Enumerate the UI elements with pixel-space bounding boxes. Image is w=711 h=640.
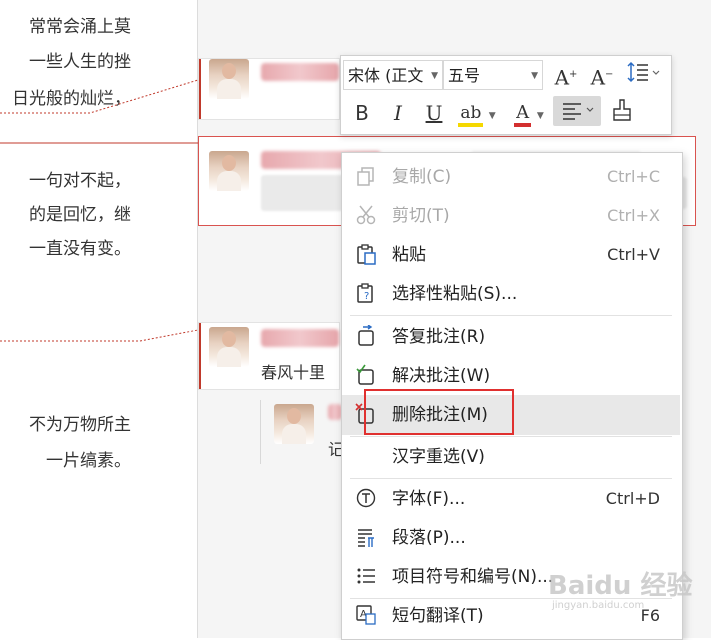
paste-special-icon: ? (354, 282, 378, 306)
menu-item-label: 段落(P)... (392, 528, 466, 548)
copy-icon (354, 165, 378, 189)
font-size-value: 五号 (448, 66, 481, 85)
menu-item-paste[interactable]: 粘贴 Ctrl+V (342, 235, 680, 275)
italic-icon: I (394, 101, 402, 125)
menu-item-shortcut: Ctrl+C (606, 167, 660, 186)
reply-thread-line (260, 400, 261, 464)
underline-icon: U (425, 101, 443, 125)
reply-comment-icon (354, 324, 378, 349)
font-name-value: 宋体 (正文 (348, 66, 424, 85)
menu-item-copy[interactable]: 复制(C) Ctrl+C (342, 157, 680, 197)
scissors-icon (354, 204, 378, 228)
menu-item-paragraph[interactable]: 段落(P)... (342, 518, 680, 558)
paragraph-icon (354, 526, 378, 550)
mini-format-toolbar: 宋体 (正文 ▼ 五号 ▼ A+ A− B I U ab ▼ A ▼ (340, 55, 672, 135)
doc-text-line: 一片缟素。 (46, 451, 131, 471)
format-painter-icon (613, 99, 631, 121)
comment-text: 春风十里 (261, 363, 326, 382)
doc-text-line: 一句对不起， (29, 171, 131, 191)
menu-item-reply-comment[interactable]: 答复批注(R) (342, 317, 680, 357)
format-painter-button[interactable] (607, 98, 637, 128)
grow-font-button[interactable]: A+ (551, 60, 581, 90)
menu-item-shortcut: Ctrl+D (605, 489, 660, 508)
avatar (274, 404, 314, 444)
chevron-down-icon: ▼ (531, 71, 538, 81)
watermark-brand: Baidu 经验 (548, 571, 693, 601)
line-spacing-icon (627, 61, 660, 83)
menu-item-label: 项目符号和编号(N)... (392, 567, 554, 587)
menu-item-label: 选择性粘贴(S)... (392, 284, 518, 304)
redacted-author-name (328, 404, 342, 420)
italic-button[interactable]: I (383, 98, 413, 128)
menu-item-resolve-comment[interactable]: 解决批注(W) (342, 356, 680, 396)
highlight-button[interactable]: ab ▼ (455, 98, 499, 128)
menu-item-label: 粘贴 (392, 245, 426, 265)
menu-item-label: 删除批注(M) (392, 405, 488, 425)
doc-text-line: 一直没有变。 (29, 239, 131, 259)
menu-item-label: 复制(C) (392, 167, 452, 187)
menu-item-label: 汉字重选(V) (392, 447, 485, 467)
avatar (209, 327, 249, 367)
chevron-down-icon: ▼ (536, 111, 544, 121)
redacted-author-name (261, 63, 339, 81)
highlight-icon: ab (458, 103, 484, 127)
translate-icon: A (354, 604, 378, 628)
doc-text-line: 一些人生的挫 (29, 52, 131, 72)
doc-text-line: 不为万物所主 (29, 415, 131, 435)
grow-font-icon: A (554, 65, 570, 90)
bullet-list-icon (354, 565, 378, 589)
align-button[interactable] (553, 96, 601, 126)
menu-item-cut[interactable]: 剪切(T) Ctrl+X (342, 196, 680, 236)
menu-item-paste-special[interactable]: ? 选择性粘贴(S)... (342, 274, 680, 314)
font-name-select[interactable]: 宋体 (正文 ▼ (343, 60, 443, 90)
bold-button[interactable]: B (347, 98, 377, 128)
paste-icon (354, 243, 378, 267)
doc-text-line: 日光般的灿烂， (12, 89, 131, 109)
menu-item-shortcut: Ctrl+V (607, 245, 660, 264)
menu-item-label: 字体(F)... (392, 489, 466, 509)
watermark-url: jingyan.baidu.com (552, 600, 645, 611)
redacted-author-name (261, 329, 339, 347)
delete-comment-icon (354, 403, 378, 427)
menu-item-reselect-chars[interactable]: 汉字重选(V) (342, 437, 680, 477)
font-size-select[interactable]: 五号 ▼ (443, 60, 543, 90)
menu-item-label: 解决批注(W) (392, 366, 491, 386)
comment-accent-bar (199, 323, 201, 389)
doc-text-line: 的是回忆，继 (29, 205, 131, 225)
doc-text-line: 常常会涌上莫 (29, 17, 131, 37)
align-left-icon (563, 103, 594, 120)
underline-button[interactable]: U (419, 98, 449, 128)
avatar (209, 151, 249, 191)
menu-item-font[interactable]: 字体(F)... Ctrl+D (342, 479, 680, 519)
line-spacing-button[interactable] (623, 60, 665, 90)
chevron-down-icon: ▼ (488, 111, 496, 121)
menu-item-delete-comment[interactable]: 删除批注(M) (342, 395, 680, 435)
font-color-button[interactable]: A ▼ (507, 98, 551, 128)
menu-item-label: 答复批注(R) (392, 327, 486, 347)
menu-item-label: 短句翻译(T) (392, 606, 484, 626)
avatar (209, 59, 249, 99)
resolve-comment-icon (354, 364, 378, 388)
baidu-watermark: Baidu 经验 jingyan.baidu.com (548, 565, 692, 611)
menu-item-shortcut: Ctrl+X (607, 206, 660, 225)
bold-icon: B (355, 101, 369, 125)
comment-card[interactable]: 春风十里 (198, 322, 340, 390)
document-page[interactable]: 常常会涌上莫 一些人生的挫 日光般的灿烂， 一句对不起， 的是回忆，继 一直没有… (0, 0, 197, 638)
chevron-down-icon: ▼ (431, 71, 438, 81)
svg-text:?: ? (364, 291, 369, 302)
shrink-font-icon: A (590, 65, 606, 90)
comment-accent-bar (199, 59, 201, 119)
redacted-comment-body (261, 175, 345, 211)
font-color-icon: A (514, 102, 532, 127)
font-icon (354, 487, 378, 511)
menu-separator (350, 315, 672, 316)
comment-card[interactable] (198, 58, 340, 120)
shrink-font-button[interactable]: A− (587, 60, 617, 90)
menu-item-label: 剪切(T) (392, 206, 450, 226)
